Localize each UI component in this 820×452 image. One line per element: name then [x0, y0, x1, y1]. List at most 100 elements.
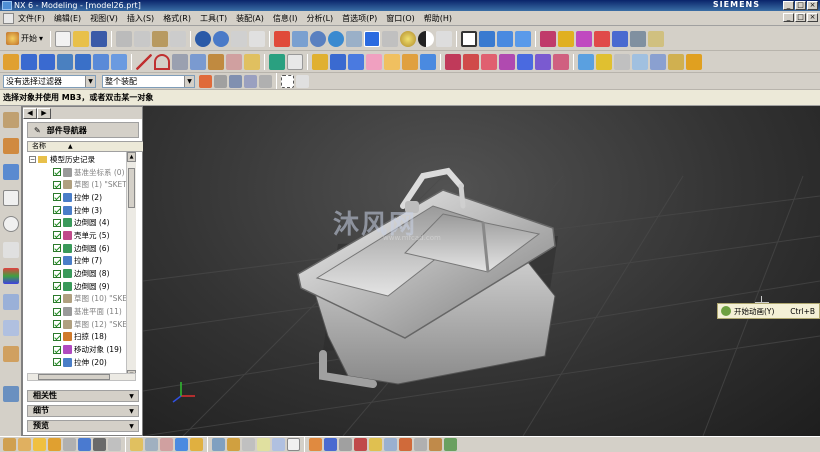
menu-format[interactable]: 格式(R) [163, 13, 191, 24]
visibility-checkbox[interactable] [53, 206, 61, 215]
visibility-checkbox[interactable] [53, 307, 61, 316]
revolve-icon[interactable] [57, 53, 73, 70]
simulation-icon[interactable] [324, 438, 337, 451]
assembly-icon[interactable] [3, 438, 16, 451]
face-icon[interactable] [578, 53, 594, 70]
explosion-icon[interactable] [108, 438, 121, 451]
component-icon[interactable] [18, 438, 31, 451]
delete-icon[interactable] [170, 30, 187, 47]
menu-preferences[interactable]: 首选项(P) [342, 13, 377, 24]
block-icon[interactable] [312, 53, 328, 70]
minimize-button[interactable]: _ [783, 1, 794, 10]
shaded-view-icon[interactable] [364, 30, 381, 47]
start-button[interactable]: 开始 ▾ [3, 30, 46, 48]
arrangement-icon[interactable] [93, 438, 106, 451]
die-icon[interactable] [429, 438, 442, 451]
visibility-checkbox[interactable] [53, 218, 61, 227]
curve-icon[interactable] [208, 53, 224, 70]
book-icon[interactable] [39, 53, 55, 70]
dimension-icon[interactable] [242, 438, 255, 451]
rotate-icon[interactable] [328, 30, 345, 47]
sheet-metal-icon[interactable] [384, 438, 397, 451]
menu-information[interactable]: 信息(I) [273, 13, 298, 24]
visibility-checkbox[interactable] [53, 269, 61, 278]
routing-icon[interactable] [354, 438, 367, 451]
zoom-icon[interactable] [310, 30, 327, 47]
chamfer-icon[interactable] [463, 53, 479, 70]
cut-icon[interactable] [116, 30, 133, 47]
graphics-window[interactable]: 沐风网 www.mfcad.com [143, 106, 820, 436]
new-file-icon[interactable] [55, 30, 72, 47]
document-menu-icon[interactable] [3, 13, 14, 24]
scroll-thumb[interactable] [128, 168, 135, 208]
menu-file[interactable]: 文件(F) [18, 13, 45, 24]
new-component-icon[interactable] [48, 438, 61, 451]
roles-icon[interactable] [3, 294, 19, 310]
history-icon[interactable] [3, 216, 19, 232]
selection-mode-icon[interactable] [229, 74, 242, 88]
drafting-icon[interactable] [212, 438, 225, 451]
filter-options-icon[interactable] [296, 74, 309, 88]
ruler-icon[interactable] [648, 30, 665, 47]
selection-scope-select[interactable]: 整个装配 ▼ [102, 74, 195, 88]
layer-settings-icon[interactable] [461, 30, 478, 47]
navigator-horizontal-scrollbar[interactable] [27, 373, 136, 381]
overflow-icon[interactable] [666, 30, 683, 47]
trim-body-icon[interactable] [75, 53, 91, 70]
mold-icon[interactable] [369, 438, 382, 451]
cube-icon[interactable] [330, 53, 346, 70]
unite-icon[interactable] [420, 53, 436, 70]
section-icon[interactable] [630, 30, 647, 47]
table-icon[interactable] [287, 438, 300, 451]
hole-icon[interactable] [348, 53, 364, 70]
scroll-up-arrow[interactable]: ▲ [127, 152, 136, 162]
visibility-checkbox[interactable] [53, 193, 61, 202]
view-section-icon[interactable] [227, 438, 240, 451]
maximize-button[interactable]: □ [795, 1, 806, 10]
save-icon[interactable] [91, 30, 108, 47]
split-icon[interactable] [650, 53, 666, 70]
shell-icon[interactable] [481, 53, 497, 70]
analysis-icon[interactable] [540, 30, 557, 47]
distance-icon[interactable] [576, 30, 593, 47]
menu-view[interactable]: 视图(V) [90, 13, 118, 24]
draft-icon[interactable] [499, 53, 515, 70]
offset-icon[interactable] [244, 53, 260, 70]
zoom-window-icon[interactable] [292, 30, 309, 47]
clearance-icon[interactable] [190, 438, 203, 451]
navigator-back-button[interactable]: ◀ [23, 107, 37, 119]
note-icon[interactable] [257, 438, 270, 451]
system-materials-icon[interactable] [3, 242, 19, 258]
pad-icon[interactable] [402, 53, 418, 70]
select-feature-icon[interactable] [244, 74, 257, 88]
doc-close-button[interactable]: × [807, 13, 818, 22]
wave-geometry-icon[interactable] [130, 438, 143, 451]
line-icon[interactable] [136, 53, 152, 70]
project-icon[interactable] [226, 53, 242, 70]
navigator-forward-button[interactable]: ▶ [37, 107, 51, 119]
close-button[interactable]: × [807, 1, 818, 10]
scroll-thumb[interactable] [38, 374, 110, 380]
link-icon[interactable] [145, 438, 158, 451]
visibility-checkbox[interactable] [53, 294, 61, 303]
visibility-checkbox[interactable] [53, 180, 61, 189]
panel-preview[interactable]: 预览 ▼ [27, 420, 139, 432]
layer-icon[interactable] [93, 53, 109, 70]
background-icon[interactable] [418, 30, 435, 47]
shape-icon[interactable] [287, 53, 303, 70]
sketch-icon[interactable] [3, 53, 19, 70]
reuse-library-icon[interactable] [3, 190, 19, 206]
thicken-icon[interactable] [596, 53, 612, 70]
pattern-icon[interactable] [517, 53, 533, 70]
web-browser-icon[interactable] [3, 386, 19, 402]
open-folder-icon[interactable] [73, 30, 90, 47]
inspection-icon[interactable] [444, 438, 457, 451]
visibility-checkbox[interactable] [53, 332, 61, 341]
text-icon[interactable] [190, 53, 206, 70]
menu-insert[interactable]: 插入(S) [127, 13, 154, 24]
visibility-checkbox[interactable] [53, 320, 61, 329]
selection-icon[interactable] [515, 30, 532, 47]
repeat-command-icon[interactable] [231, 30, 248, 47]
select-all-icon[interactable] [214, 74, 227, 88]
arc-icon[interactable] [154, 53, 170, 70]
